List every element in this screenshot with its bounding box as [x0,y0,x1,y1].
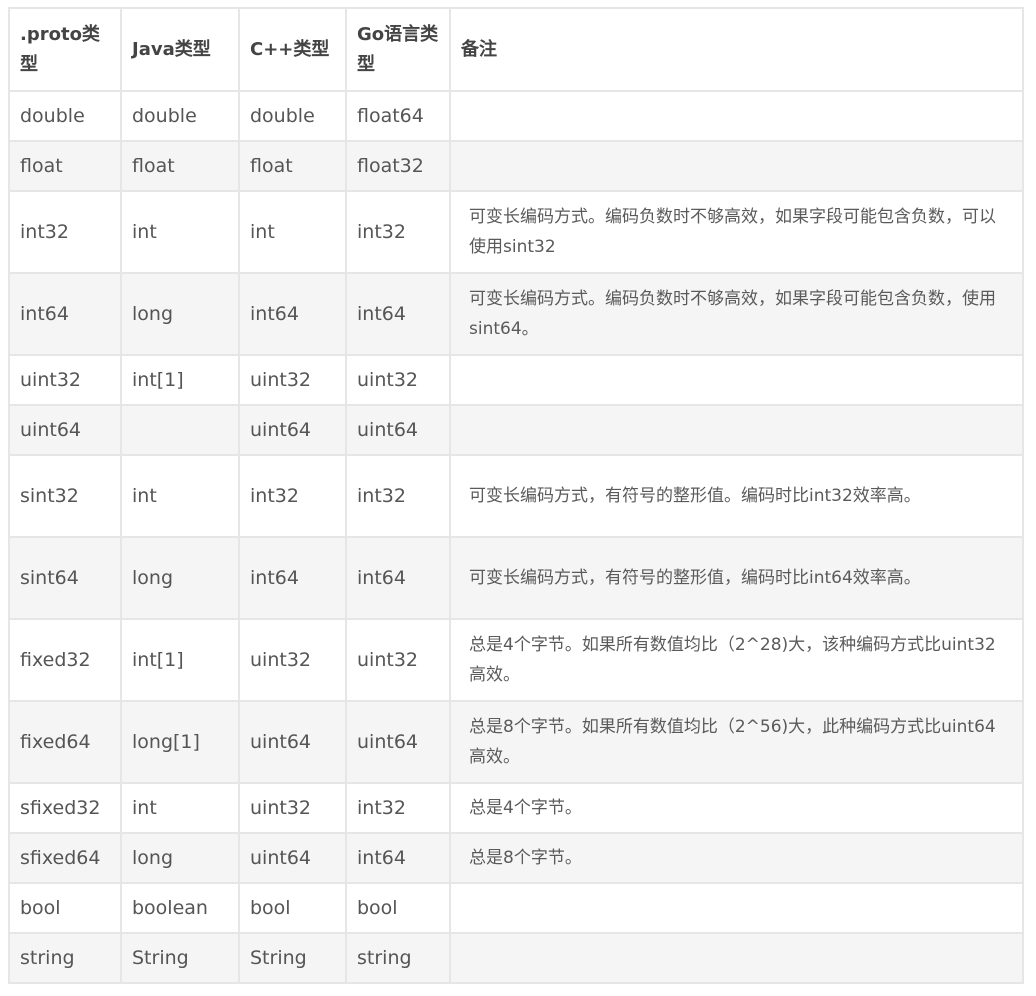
table-row: string String String string [8,932,1024,984]
cell-java: int [120,190,240,274]
cell-note [449,882,1024,934]
cell-cpp: uint32 [238,618,347,702]
table-row: uint64 uint64 uint64 [8,404,1024,456]
header-notes: 备注 [449,7,1024,92]
header-go-type: Go语言类型 [345,7,451,92]
cell-cpp: int64 [238,272,347,356]
cell-java: double [120,90,240,142]
cell-proto: uint64 [8,404,122,456]
cell-java: String [120,932,240,984]
cell-go: bool [345,882,451,934]
cell-note: 总是8个字节。 [449,832,1024,884]
table-body: double double double float64 float float… [8,90,1024,984]
table-row: int32 int int int32 可变长编码方式。编码负数时不够高效，如果… [8,190,1024,274]
cell-proto: int32 [8,190,122,274]
cell-note: 总是4个字节。如果所有数值均比（2^28)大，该种编码方式比uint32高效。 [449,618,1024,702]
cell-note [449,354,1024,406]
cell-proto: sfixed32 [8,782,122,834]
cell-proto: float [8,140,122,192]
table-row: sfixed32 int uint32 int32 总是4个字节。 [8,782,1024,834]
type-mapping-table: .proto类型 Java类型 C++类型 Go语言类型 备注 double d… [8,7,1024,984]
cell-note [449,932,1024,984]
table-row: double double double float64 [8,90,1024,142]
cell-java: int[1] [120,618,240,702]
cell-go: int32 [345,190,451,274]
cell-note: 总是4个字节。 [449,782,1024,834]
cell-note: 可变长编码方式。编码负数时不够高效，如果字段可能包含负数，使用sint64。 [449,272,1024,356]
table-row: uint32 int[1] uint32 uint32 [8,354,1024,406]
cell-note [449,404,1024,456]
cell-proto: bool [8,882,122,934]
cell-proto: uint32 [8,354,122,406]
table-row: sfixed64 long uint64 int64 总是8个字节。 [8,832,1024,884]
cell-cpp: uint32 [238,354,347,406]
cell-java: long [120,536,240,620]
cell-go: int64 [345,536,451,620]
cell-proto: fixed32 [8,618,122,702]
header-java-type: Java类型 [120,7,240,92]
cell-go: int64 [345,272,451,356]
cell-note [449,140,1024,192]
cell-note: 可变长编码方式，有符号的整形值。编码时比int32效率高。 [449,454,1024,538]
header-row: .proto类型 Java类型 C++类型 Go语言类型 备注 [8,7,1024,92]
table-row: int64 long int64 int64 可变长编码方式。编码负数时不够高效… [8,272,1024,356]
cell-java: boolean [120,882,240,934]
cell-cpp: String [238,932,347,984]
cell-java: long [120,832,240,884]
cell-note: 总是8个字节。如果所有数值均比（2^56)大，此种编码方式比uint64高效。 [449,700,1024,784]
table-row: fixed64 long[1] uint64 uint64 总是8个字节。如果所… [8,700,1024,784]
cell-cpp: uint64 [238,832,347,884]
cell-note [449,90,1024,142]
table-header: .proto类型 Java类型 C++类型 Go语言类型 备注 [8,7,1024,92]
cell-java: long[1] [120,700,240,784]
cell-cpp: int64 [238,536,347,620]
cell-go: string [345,932,451,984]
cell-proto: string [8,932,122,984]
cell-go: int32 [345,454,451,538]
header-cpp-type: C++类型 [238,7,347,92]
cell-proto: sfixed64 [8,832,122,884]
type-mapping-table-container: .proto类型 Java类型 C++类型 Go语言类型 备注 double d… [8,7,1024,984]
cell-proto: fixed64 [8,700,122,784]
cell-go: float64 [345,90,451,142]
table-row: sint32 int int32 int32 可变长编码方式，有符号的整形值。编… [8,454,1024,538]
cell-java: float [120,140,240,192]
cell-go: uint32 [345,354,451,406]
cell-note: 可变长编码方式，有符号的整形值，编码时比int64效率高。 [449,536,1024,620]
cell-cpp: double [238,90,347,142]
cell-java: long [120,272,240,356]
cell-go: int32 [345,782,451,834]
cell-cpp: bool [238,882,347,934]
cell-proto: sint32 [8,454,122,538]
cell-java: int [120,782,240,834]
cell-proto: sint64 [8,536,122,620]
cell-note: 可变长编码方式。编码负数时不够高效，如果字段可能包含负数，可以使用sint32 [449,190,1024,274]
cell-proto: double [8,90,122,142]
cell-proto: int64 [8,272,122,356]
table-row: fixed32 int[1] uint32 uint32 总是4个字节。如果所有… [8,618,1024,702]
cell-cpp: uint64 [238,700,347,784]
table-row: float float float float32 [8,140,1024,192]
cell-cpp: float [238,140,347,192]
cell-cpp: int [238,190,347,274]
cell-go: uint32 [345,618,451,702]
table-row: sint64 long int64 int64 可变长编码方式，有符号的整形值，… [8,536,1024,620]
cell-java: int[1] [120,354,240,406]
cell-go: int64 [345,832,451,884]
cell-cpp: uint64 [238,404,347,456]
header-proto-type: .proto类型 [8,7,122,92]
cell-java: int [120,454,240,538]
cell-go: uint64 [345,700,451,784]
cell-java [120,404,240,456]
table-row: bool boolean bool bool [8,882,1024,934]
cell-cpp: int32 [238,454,347,538]
cell-go: uint64 [345,404,451,456]
cell-go: float32 [345,140,451,192]
cell-cpp: uint32 [238,782,347,834]
